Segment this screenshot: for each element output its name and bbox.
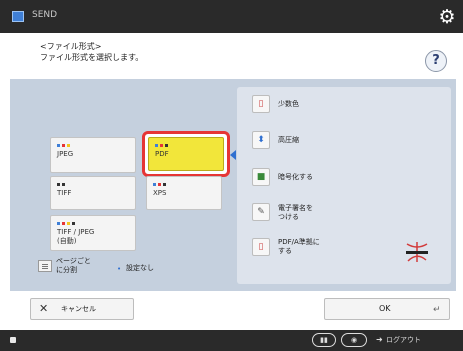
encrypt-button[interactable]: ■ xyxy=(252,168,270,186)
few-colors-button[interactable]: ▯ xyxy=(252,95,270,113)
format-pdf-button[interactable]: PDF xyxy=(148,137,224,171)
few-colors-label[interactable]: 少数色 xyxy=(278,100,299,109)
format-xps-label: XPS xyxy=(153,189,167,197)
color-marks-icon xyxy=(57,222,75,226)
logout-button[interactable]: ログアウト xyxy=(386,335,421,345)
app-icon xyxy=(12,11,24,22)
top-bar: SEND ⚙ xyxy=(0,0,463,33)
compress-icon: ⬍ xyxy=(257,135,265,145)
signature-icon: ✎ xyxy=(257,207,265,217)
document-icon: ▯ xyxy=(258,99,264,109)
color-marks-icon xyxy=(155,144,168,148)
split-pages-bullet: • xyxy=(117,265,122,273)
gear-icon[interactable]: ⚙ xyxy=(436,6,458,28)
format-tiff-jpeg-label: TIFF / JPEG xyxy=(57,228,95,236)
split-pages-value: 設定なし xyxy=(126,264,154,272)
cancel-button[interactable]: ✕ キャンセル xyxy=(30,298,134,320)
watermark-stamp-icon xyxy=(406,242,428,262)
high-compression-button[interactable]: ⬍ xyxy=(252,131,270,149)
ok-button[interactable]: OK ↵ xyxy=(324,298,450,320)
mono-marks-icon xyxy=(57,183,65,187)
high-compression-label[interactable]: 高圧縮 xyxy=(278,136,299,145)
encrypt-label[interactable]: 暗号化する xyxy=(278,173,313,182)
format-tiff-jpeg-button[interactable]: TIFF / JPEG (自動) xyxy=(50,215,136,251)
format-tiff-label: TIFF xyxy=(57,189,72,197)
header-instruction: ファイル形式を選択します。 xyxy=(40,53,144,62)
pdfa-compliant-label[interactable]: PDF/A準拠に xyxy=(278,238,320,247)
format-pdf-label: PDF xyxy=(155,150,169,158)
counter-button[interactable]: ◉ xyxy=(341,333,367,347)
cancel-label: キャンセル xyxy=(61,305,96,313)
pdfa-compliant-button[interactable]: ▯ xyxy=(252,238,270,256)
screen: SEND ⚙ <ファイル形式> ファイル形式を選択します。 ? JPEG PDF… xyxy=(0,0,463,351)
format-tiff-jpeg-sublabel: (自動) xyxy=(57,237,77,245)
format-tiff-button[interactable]: TIFF xyxy=(50,176,136,210)
digital-signature-button[interactable]: ✎ xyxy=(252,203,270,221)
close-icon: ✕ xyxy=(39,302,49,315)
digital-signature-label-2[interactable]: つける xyxy=(278,213,299,222)
app-title: SEND xyxy=(32,10,58,20)
logout-icon[interactable]: ➜ xyxy=(376,335,383,345)
color-marks-icon xyxy=(153,183,166,187)
help-button[interactable]: ? xyxy=(425,50,447,72)
pdfa-compliant-label-2[interactable]: する xyxy=(278,247,292,256)
format-pdf-selection-outline: PDF xyxy=(142,131,230,177)
format-jpeg-button[interactable]: JPEG xyxy=(50,137,136,173)
split-pages-label[interactable]: ページごと xyxy=(56,257,91,266)
ok-label: OK xyxy=(379,304,391,313)
lock-icon: ■ xyxy=(256,172,266,182)
status-indicator-icon xyxy=(10,337,16,343)
split-pages-icon[interactable] xyxy=(38,260,52,272)
enter-icon: ↵ xyxy=(433,305,441,315)
header-title: <ファイル形式> xyxy=(40,42,102,51)
split-pages-label-2[interactable]: に分割 xyxy=(56,266,77,275)
document-icon: ▯ xyxy=(258,242,264,252)
digital-signature-label[interactable]: 電子署名を xyxy=(278,204,313,213)
color-marks-icon xyxy=(57,144,70,148)
format-xps-button[interactable]: XPS xyxy=(146,176,222,210)
format-jpeg-label: JPEG xyxy=(57,150,74,158)
job-status-button[interactable]: ▮▮ xyxy=(312,333,336,347)
arrow-left-icon xyxy=(230,150,236,160)
